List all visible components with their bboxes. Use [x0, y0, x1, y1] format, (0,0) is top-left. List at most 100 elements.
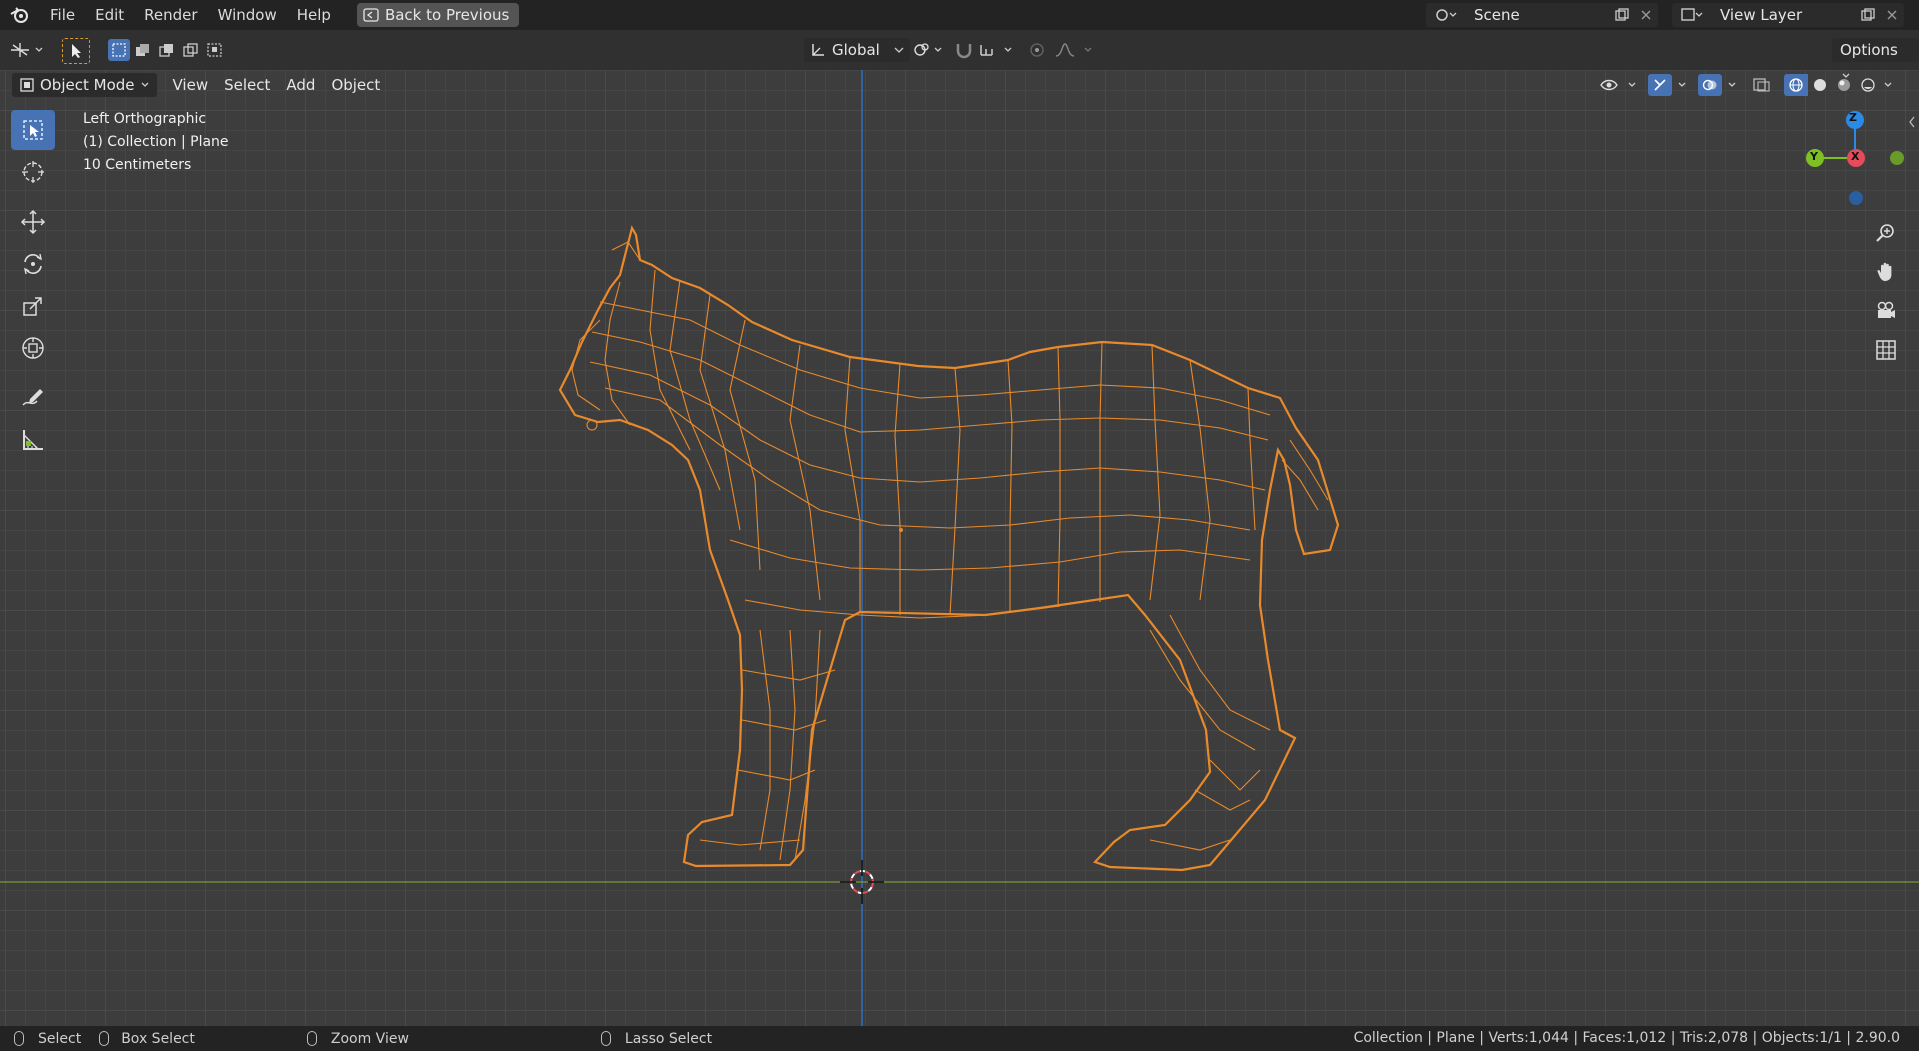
transform-orientation-dropdown[interactable]: Global: [804, 38, 910, 62]
back-to-previous-button[interactable]: Back to Previous: [356, 3, 520, 27]
mouse-middle-icon: [306, 1031, 317, 1046]
pivot-point-dropdown[interactable]: [912, 38, 948, 62]
view-layer-browse-icon[interactable]: [1672, 3, 1712, 27]
editor-type-dropdown[interactable]: [8, 38, 48, 62]
move-arrows-icon: [20, 209, 46, 235]
rotate-tool[interactable]: [11, 244, 55, 284]
select-new-icon[interactable]: [108, 39, 130, 61]
menu-render[interactable]: Render: [134, 0, 207, 30]
proportional-editing-group: [1028, 38, 1092, 62]
chevron-down-icon[interactable]: [1678, 82, 1686, 88]
chevron-down-icon: [934, 47, 942, 52]
perspective-grid-icon[interactable]: [1870, 332, 1902, 368]
view-layer-name-field[interactable]: View Layer: [1712, 3, 1856, 27]
cat-mesh: [558, 225, 1340, 872]
select-subtract-icon[interactable]: [156, 39, 178, 61]
sidebar-toggle-chevron-icon[interactable]: [1908, 116, 1916, 128]
select-box-tool[interactable]: [11, 110, 55, 150]
select-invert-icon[interactable]: [180, 39, 202, 61]
select-extend-icon[interactable]: [132, 39, 154, 61]
camera-view-icon[interactable]: [1870, 293, 1902, 329]
transform-icon: [22, 337, 44, 359]
chevron-down-icon[interactable]: [1628, 82, 1636, 88]
delete-scene-icon[interactable]: [1634, 3, 1658, 27]
viewport-header: Object Mode View Select Add Object: [0, 70, 1919, 128]
object-mode-dropdown[interactable]: Object Mode: [12, 73, 157, 97]
orientation-icon: [812, 44, 824, 56]
annotate-pencil-icon: [22, 389, 43, 406]
menu-view[interactable]: View: [165, 73, 217, 97]
solid-shading-icon[interactable]: [1808, 74, 1832, 96]
proportional-edit-icon[interactable]: [1028, 41, 1046, 59]
transform-orientation-label: Global: [832, 41, 880, 59]
mouse-right-drag-icon: [600, 1031, 611, 1046]
new-scene-icon[interactable]: [1610, 3, 1634, 27]
navigation-buttons: [1870, 215, 1910, 371]
chevron-down-icon[interactable]: [1084, 47, 1092, 53]
move-tool[interactable]: [11, 202, 55, 242]
delete-view-layer-icon[interactable]: [1880, 3, 1904, 27]
status-select-label: Select: [38, 1030, 82, 1047]
active-tool-icon[interactable]: [62, 38, 90, 64]
overlays-toggle-icon[interactable]: [1698, 74, 1722, 96]
selection-mode-group: [108, 39, 226, 61]
transform-tool[interactable]: [11, 328, 55, 368]
tool-header: Global Options: [0, 30, 1919, 78]
select-cursor-icon: [23, 120, 43, 140]
menu-help[interactable]: Help: [287, 0, 341, 30]
measure-tool[interactable]: [11, 420, 55, 460]
viewport-info-overlay: Left Orthographic (1) Collection | Plane…: [83, 108, 229, 177]
gizmo-x-label[interactable]: X: [1851, 150, 1859, 163]
annotate-tool[interactable]: [11, 378, 55, 418]
wireframe-shading-icon[interactable]: [1784, 74, 1808, 96]
chevron-down-icon[interactable]: [1004, 47, 1012, 53]
3d-cursor-icon: [22, 161, 44, 183]
status-zoom-view-label: Zoom View: [330, 1030, 409, 1047]
back-to-previous-label: Back to Previous: [384, 6, 510, 24]
viewport-display-controls: [1600, 73, 1892, 97]
chevron-down-icon[interactable]: [1884, 82, 1892, 88]
scene-browse-icon[interactable]: [1426, 3, 1466, 27]
scene-selector: Scene: [1426, 3, 1658, 27]
menu-window[interactable]: Window: [208, 0, 287, 30]
menu-file[interactable]: File: [40, 0, 85, 30]
chevron-down-icon: [894, 47, 904, 53]
status-zoom-view-hint: Zoom View: [306, 1030, 409, 1047]
snap-magnet-icon[interactable]: [954, 41, 974, 59]
gizmo-toggle-icon[interactable]: [1648, 74, 1672, 96]
top-menu-bar: File Edit Render Window Help Back to Pre…: [0, 0, 1919, 30]
mouse-drag-icon: [99, 1031, 110, 1046]
menu-select[interactable]: Select: [216, 73, 278, 97]
3d-viewport[interactable]: Z Y X: [0, 70, 1919, 1026]
status-lasso-select-hint: Lasso Select: [600, 1031, 712, 1047]
visibility-eye-icon[interactable]: [1600, 77, 1622, 93]
zoom-icon[interactable]: [1870, 215, 1902, 251]
xray-toggle-icon[interactable]: [1752, 77, 1772, 93]
rendered-shading-icon[interactable]: [1856, 74, 1880, 96]
menu-object[interactable]: Object: [323, 73, 388, 97]
scene-name-field[interactable]: Scene: [1466, 3, 1610, 27]
collection-label: (1) Collection | Plane: [83, 134, 229, 150]
view-name-label: Left Orthographic: [83, 111, 207, 127]
gizmo-y-label[interactable]: Y: [1810, 150, 1818, 163]
material-shading-icon[interactable]: [1832, 74, 1856, 96]
menu-edit[interactable]: Edit: [85, 0, 134, 30]
chevron-down-icon: [35, 47, 43, 52]
new-view-layer-icon[interactable]: [1856, 3, 1880, 27]
falloff-curve-icon[interactable]: [1054, 41, 1076, 59]
scale-tool[interactable]: [11, 286, 55, 326]
snap-group: [954, 38, 1012, 62]
object-mode-label: Object Mode: [40, 76, 135, 94]
options-dropdown[interactable]: Options: [1832, 38, 1919, 78]
select-intersect-icon[interactable]: [204, 39, 226, 61]
gizmo-z-label[interactable]: Z: [1849, 111, 1857, 124]
object-mode-icon: [20, 78, 34, 92]
chevron-down-icon[interactable]: [1728, 82, 1736, 88]
blender-logo-icon[interactable]: [0, 0, 40, 30]
pan-hand-icon[interactable]: [1870, 254, 1902, 290]
scene-statistics: Collection | Plane | Verts:1,044 | Faces…: [1353, 1030, 1900, 1046]
snap-increment-icon[interactable]: [978, 41, 1000, 59]
menu-add[interactable]: Add: [278, 73, 323, 97]
pivot-icon: [914, 43, 929, 56]
cursor-tool[interactable]: [11, 152, 55, 192]
